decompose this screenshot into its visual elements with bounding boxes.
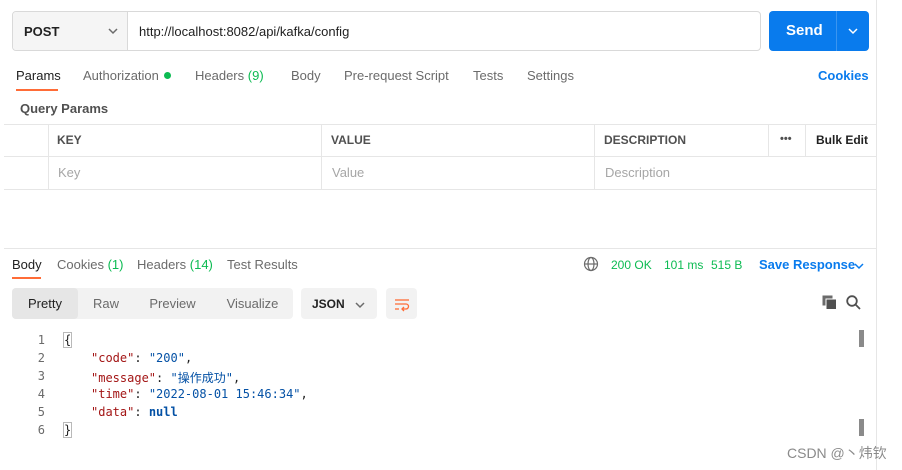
json-key: "code" bbox=[91, 351, 135, 365]
send-label: Send bbox=[786, 22, 823, 39]
active-tab-indicator bbox=[12, 277, 41, 279]
tab-body[interactable]: Body bbox=[291, 68, 321, 83]
format-select[interactable]: JSON bbox=[301, 288, 377, 319]
response-divider[interactable] bbox=[4, 248, 876, 249]
view-mode-group: Pretty Raw Preview Visualize bbox=[12, 288, 293, 319]
value-input[interactable]: Value bbox=[332, 165, 364, 180]
response-tab-cookies-label: Cookies bbox=[57, 257, 104, 272]
globe-icon[interactable] bbox=[583, 256, 599, 272]
view-pretty[interactable]: Pretty bbox=[12, 288, 78, 319]
response-tab-cookies[interactable]: Cookies (1) bbox=[57, 257, 123, 272]
send-divider bbox=[836, 11, 837, 51]
send-button[interactable]: Send bbox=[769, 11, 869, 51]
table-border bbox=[4, 189, 876, 190]
scrollbar-thumb[interactable] bbox=[859, 330, 864, 347]
column-key: KEY bbox=[57, 133, 82, 147]
active-tab-indicator bbox=[16, 89, 58, 91]
column-description: DESCRIPTION bbox=[604, 133, 687, 147]
status-code[interactable]: 200 OK bbox=[611, 258, 652, 272]
tab-params[interactable]: Params bbox=[16, 68, 61, 83]
query-params-title: Query Params bbox=[20, 101, 109, 116]
json-line-time: "time": "2022-08-01 15:46:34", bbox=[91, 387, 308, 401]
format-label: JSON bbox=[312, 297, 345, 311]
key-input[interactable]: Key bbox=[58, 165, 80, 180]
tab-headers[interactable]: Headers (9) bbox=[195, 68, 264, 83]
json-close-brace: } bbox=[62, 422, 73, 438]
json-line-code: "code": "200", bbox=[91, 351, 193, 365]
json-value: null bbox=[148, 405, 178, 419]
line-number: 5 bbox=[37, 405, 45, 419]
response-tab-headers-label: Headers bbox=[137, 257, 187, 272]
table-border bbox=[4, 156, 876, 157]
json-open-brace: { bbox=[62, 332, 73, 348]
json-line-data: "data": null bbox=[91, 405, 178, 419]
table-border bbox=[768, 124, 769, 157]
chevron-down-icon bbox=[108, 28, 118, 35]
table-border bbox=[48, 124, 49, 190]
tab-pre-request-script[interactable]: Pre-request Script bbox=[344, 68, 449, 83]
method-label: POST bbox=[24, 24, 60, 39]
tab-headers-label: Headers bbox=[195, 68, 245, 83]
line-number: 2 bbox=[37, 351, 45, 365]
json-key: "time" bbox=[91, 387, 135, 401]
response-tab-body[interactable]: Body bbox=[12, 257, 42, 272]
watermark: CSDN @丶炜钦 bbox=[787, 445, 887, 461]
response-time[interactable]: 101 ms bbox=[664, 258, 703, 272]
panel-divider bbox=[876, 0, 877, 470]
description-input[interactable]: Description bbox=[605, 165, 670, 180]
wrap-lines-icon bbox=[395, 299, 410, 312]
json-key: "data" bbox=[91, 405, 135, 419]
cookies-count: (1) bbox=[107, 257, 124, 272]
table-border bbox=[4, 124, 876, 125]
headers-count: (14) bbox=[189, 257, 213, 272]
headers-count: (9) bbox=[247, 68, 264, 83]
json-value: "操作成功" bbox=[170, 371, 233, 385]
line-number: 6 bbox=[37, 423, 45, 437]
url-input[interactable]: http://localhost:8082/api/kafka/config bbox=[139, 24, 349, 39]
query-params-table: KEY VALUE DESCRIPTION ••• Bulk Edit Key … bbox=[4, 124, 876, 190]
save-response-button[interactable]: Save Response bbox=[759, 257, 855, 272]
json-value: "200" bbox=[148, 351, 185, 365]
more-options-icon[interactable]: ••• bbox=[780, 133, 792, 145]
url-bar: POST http://localhost:8082/api/kafka/con… bbox=[12, 11, 761, 51]
scrollbar-thumb[interactable] bbox=[859, 419, 864, 436]
view-visualize[interactable]: Visualize bbox=[218, 288, 287, 319]
search-icon[interactable] bbox=[846, 295, 861, 310]
json-line-message: "message": "操作成功", bbox=[91, 371, 241, 385]
chevron-down-icon bbox=[355, 302, 365, 309]
line-number: 4 bbox=[37, 387, 45, 401]
json-value: "2022-08-01 15:46:34" bbox=[148, 387, 301, 401]
table-border bbox=[594, 124, 595, 190]
response-size[interactable]: 515 B bbox=[711, 258, 742, 272]
view-raw[interactable]: Raw bbox=[81, 288, 131, 319]
table-border bbox=[805, 124, 806, 157]
tab-authorization[interactable]: Authorization bbox=[83, 68, 171, 83]
tab-tests[interactable]: Tests bbox=[473, 68, 503, 83]
cookies-link[interactable]: Cookies bbox=[818, 68, 869, 83]
json-key: "message" bbox=[91, 371, 157, 385]
status-dot bbox=[163, 72, 171, 79]
response-tab-test-results[interactable]: Test Results bbox=[227, 257, 298, 272]
tab-settings[interactable]: Settings bbox=[527, 68, 574, 83]
wrap-lines-button[interactable] bbox=[386, 288, 417, 319]
copy-icon[interactable] bbox=[822, 295, 837, 310]
bulk-edit-button[interactable]: Bulk Edit bbox=[816, 133, 868, 147]
table-border bbox=[321, 124, 322, 190]
line-number: 3 bbox=[37, 369, 45, 383]
tab-authorization-label: Authorization bbox=[83, 68, 159, 83]
column-value: VALUE bbox=[331, 133, 371, 147]
chevron-down-icon[interactable] bbox=[853, 260, 865, 272]
chevron-down-icon[interactable] bbox=[847, 25, 859, 37]
method-select[interactable]: POST bbox=[13, 12, 128, 50]
response-tab-headers[interactable]: Headers (14) bbox=[137, 257, 213, 272]
line-number: 1 bbox=[37, 333, 45, 347]
view-preview[interactable]: Preview bbox=[139, 288, 206, 319]
